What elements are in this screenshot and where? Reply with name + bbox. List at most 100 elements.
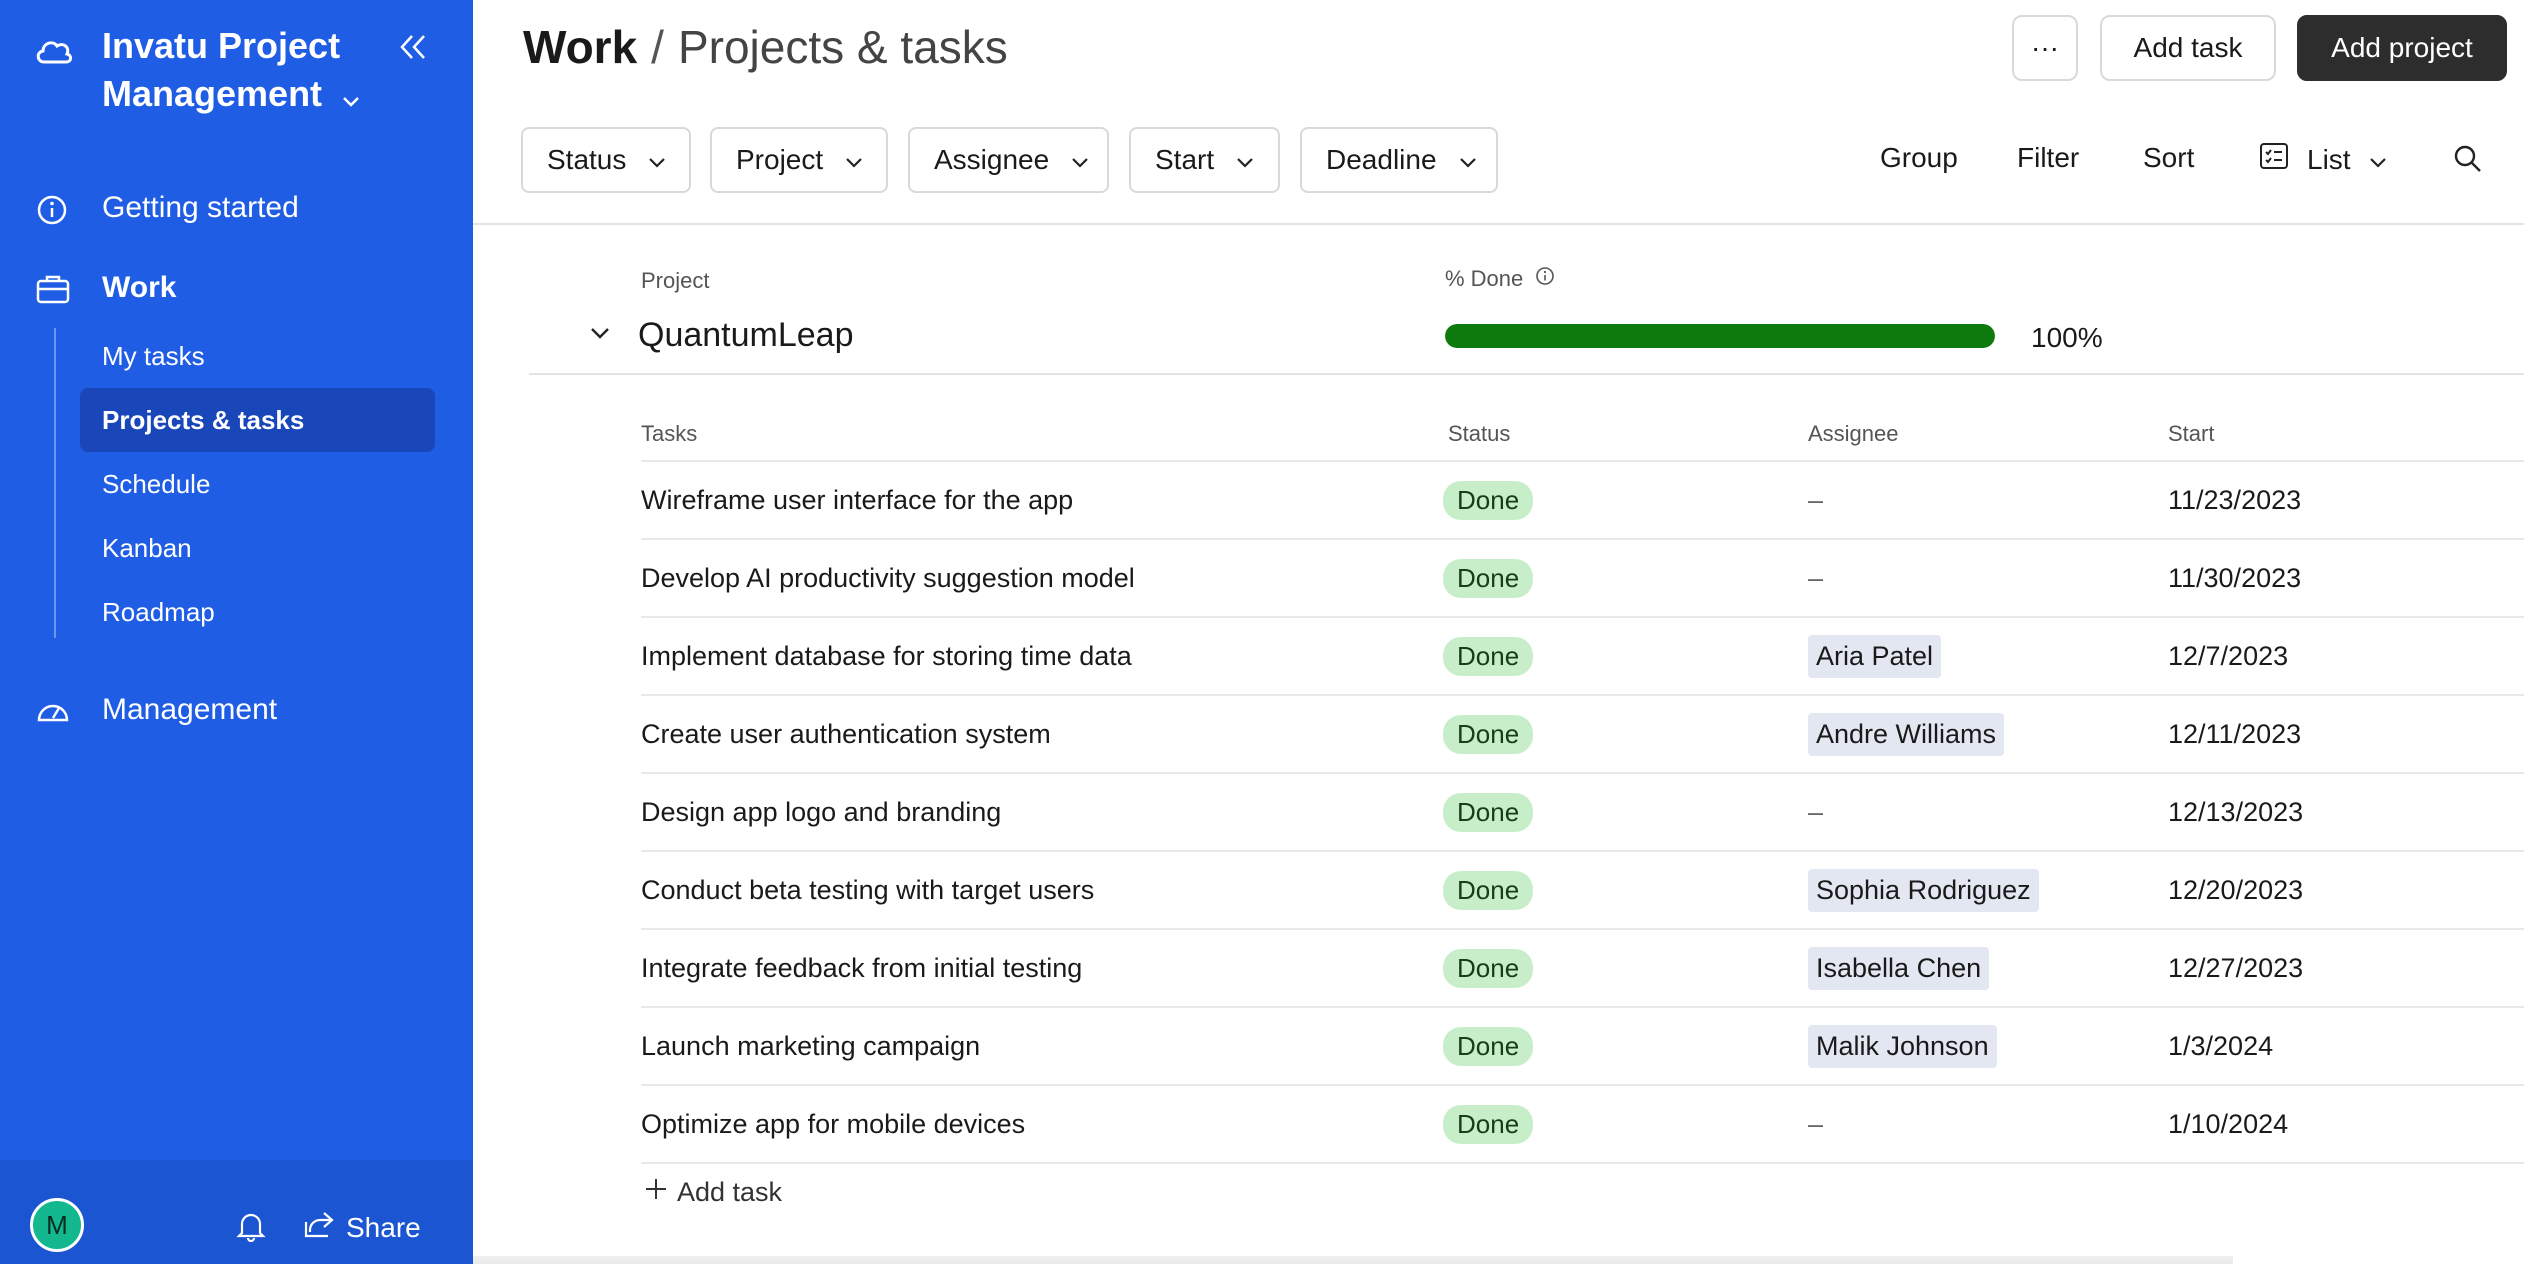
- status-cell[interactable]: Done: [1443, 930, 1534, 1006]
- assignee-empty: –: [1808, 1108, 1824, 1139]
- start-date[interactable]: 12/27/2023: [2168, 930, 2303, 1006]
- status-badge: Done: [1443, 792, 1534, 832]
- status-cell[interactable]: Done: [1443, 1008, 1534, 1084]
- table-row[interactable]: Design app logo and branding Done – 12/13/2…: [641, 774, 2524, 852]
- filter-status[interactable]: Status: [521, 127, 691, 193]
- assignee-empty: –: [1808, 796, 1824, 827]
- filter-button[interactable]: Filter: [2017, 142, 2079, 174]
- add-project-button[interactable]: Add project: [2297, 15, 2507, 81]
- breadcrumb-separator: /: [651, 21, 664, 73]
- more-options-button[interactable]: ···: [2012, 15, 2078, 81]
- breadcrumb-root[interactable]: Work: [523, 21, 637, 73]
- table-row[interactable]: Develop AI productivity suggestion model…: [641, 540, 2524, 618]
- start-date[interactable]: 11/30/2023: [2168, 540, 2301, 616]
- assignee-cell[interactable]: Malik Johnson: [1808, 1008, 1997, 1084]
- task-name[interactable]: Design app logo and branding: [641, 774, 1001, 850]
- filter-project[interactable]: Project: [710, 127, 888, 193]
- assignee-chip: Andre Williams: [1808, 712, 2005, 756]
- nav-management[interactable]: Management: [0, 680, 473, 740]
- filter-assignee[interactable]: Assignee: [908, 127, 1109, 193]
- task-name[interactable]: Create user authentication system: [641, 696, 1051, 772]
- collapse-sidebar-icon[interactable]: [398, 32, 428, 67]
- group-button[interactable]: Group: [1880, 142, 1958, 174]
- project-progress-fill: [1445, 324, 1995, 348]
- add-task-inline-button[interactable]: Add task: [643, 1176, 782, 1209]
- task-name[interactable]: Launch marketing campaign: [641, 1008, 980, 1084]
- start-date[interactable]: 1/10/2024: [2168, 1086, 2288, 1162]
- assignee-cell[interactable]: Isabella Chen: [1808, 930, 1990, 1006]
- workspace-switcher[interactable]: Invatu Project Management: [102, 22, 362, 120]
- column-header-start: Start: [2168, 421, 2215, 446]
- nav-getting-started[interactable]: Getting started: [0, 178, 473, 238]
- start-date[interactable]: 1/3/2024: [2168, 1008, 2273, 1084]
- assignee-cell[interactable]: Sophia Rodriguez: [1808, 852, 2039, 928]
- start-date[interactable]: 11/23/2023: [2168, 462, 2301, 538]
- collapse-project-chevron-icon[interactable]: [589, 326, 611, 345]
- table-row[interactable]: Launch marketing campaign Done Malik Johns…: [641, 1008, 2524, 1086]
- filter-deadline[interactable]: Deadline: [1300, 127, 1498, 193]
- view-switcher[interactable]: List: [2259, 142, 2387, 177]
- status-cell[interactable]: Done: [1443, 696, 1534, 772]
- table-row[interactable]: Create user authentication system Done And…: [641, 696, 2524, 774]
- task-name[interactable]: Implement database for storing time data: [641, 618, 1132, 694]
- task-name[interactable]: Develop AI productivity suggestion model: [641, 540, 1135, 616]
- assignee-cell[interactable]: –: [1808, 540, 1823, 616]
- task-header-row: Tasks Status Assignee Start: [641, 408, 2524, 462]
- info-icon[interactable]: [1535, 266, 1555, 292]
- share-button[interactable]: Share: [304, 1210, 421, 1245]
- start-date[interactable]: 12/13/2023: [2168, 774, 2303, 850]
- column-header-project: Project: [641, 268, 710, 293]
- status-badge: Done: [1443, 636, 1534, 676]
- status-cell[interactable]: Done: [1443, 540, 1534, 616]
- assignee-cell[interactable]: –: [1808, 774, 1823, 850]
- sidebar-item-roadmap[interactable]: Roadmap: [54, 580, 434, 644]
- toolbar-divider: [473, 223, 2524, 225]
- task-name[interactable]: Integrate feedback from initial testing: [641, 930, 1082, 1006]
- nav-work[interactable]: Work: [0, 258, 473, 318]
- sidebar-item-schedule[interactable]: Schedule: [54, 452, 434, 516]
- start-date[interactable]: 12/11/2023: [2168, 696, 2301, 772]
- workspace-name: Invatu Project Management: [102, 25, 341, 114]
- assignee-cell[interactable]: –: [1808, 462, 1823, 538]
- filter-start[interactable]: Start: [1129, 127, 1280, 193]
- sidebar-item-kanban[interactable]: Kanban: [54, 516, 434, 580]
- project-name[interactable]: QuantumLeap: [638, 316, 854, 355]
- bell-icon[interactable]: [236, 1210, 266, 1247]
- chevron-down-icon: [2369, 144, 2387, 176]
- column-header-done: % Done: [1445, 266, 1555, 292]
- table-row[interactable]: Implement database for storing time data…: [641, 618, 2524, 696]
- nav-label: Management: [102, 693, 278, 726]
- filter-label: Assignee: [934, 144, 1050, 175]
- assignee-cell[interactable]: Andre Williams: [1808, 696, 2005, 772]
- search-icon[interactable]: [2453, 144, 2483, 181]
- table-row[interactable]: Conduct beta testing with target users Do…: [641, 852, 2524, 930]
- project-divider: [529, 373, 2524, 375]
- avatar[interactable]: M: [30, 1198, 84, 1252]
- status-cell[interactable]: Done: [1443, 618, 1534, 694]
- table-row[interactable]: Integrate feedback from initial testing D…: [641, 930, 2524, 1008]
- sidebar-item-projects-tasks[interactable]: Projects & tasks: [80, 388, 435, 452]
- start-date[interactable]: 12/20/2023: [2168, 852, 2303, 928]
- filter-label: Deadline: [1326, 144, 1437, 175]
- status-cell[interactable]: Done: [1443, 462, 1534, 538]
- status-badge: Done: [1443, 480, 1534, 520]
- sort-button[interactable]: Sort: [2143, 142, 2194, 174]
- status-cell[interactable]: Done: [1443, 1086, 1534, 1162]
- column-header-label: % Done: [1445, 266, 1524, 291]
- table-row[interactable]: Optimize app for mobile devices Done – 1/10…: [641, 1086, 2524, 1164]
- assignee-chip: Sophia Rodriguez: [1808, 868, 2039, 912]
- task-name[interactable]: Conduct beta testing with target users: [641, 852, 1094, 928]
- status-cell[interactable]: Done: [1443, 852, 1534, 928]
- status-badge: Done: [1443, 870, 1534, 910]
- assignee-cell[interactable]: –: [1808, 1086, 1823, 1162]
- sidebar-item-my-tasks[interactable]: My tasks: [54, 324, 434, 388]
- status-cell[interactable]: Done: [1443, 774, 1534, 850]
- start-date[interactable]: 12/7/2023: [2168, 618, 2288, 694]
- task-name[interactable]: Optimize app for mobile devices: [641, 1086, 1025, 1162]
- chevron-down-icon: [1071, 144, 1089, 176]
- assignee-chip: Isabella Chen: [1808, 946, 1990, 990]
- assignee-cell[interactable]: Aria Patel: [1808, 618, 1942, 694]
- table-row[interactable]: Wireframe user interface for the app Done…: [641, 462, 2524, 540]
- task-name[interactable]: Wireframe user interface for the app: [641, 462, 1073, 538]
- add-task-button[interactable]: Add task: [2100, 15, 2276, 81]
